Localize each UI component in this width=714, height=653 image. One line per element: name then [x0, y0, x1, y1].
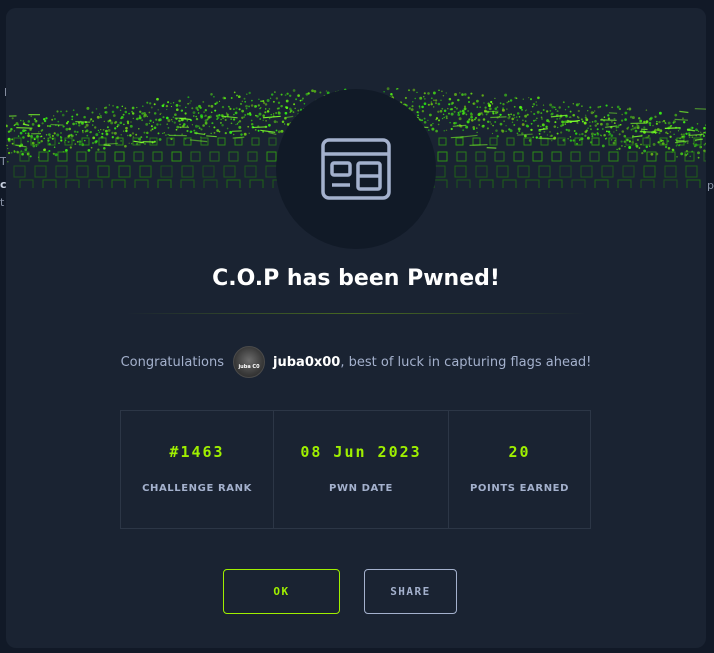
username[interactable]: juba0x00: [273, 355, 340, 370]
stat-value: 08 Jun 2023: [300, 443, 422, 461]
stat-pwn-date: 08 Jun 2023 PWN DATE: [274, 411, 449, 528]
ok-button[interactable]: OK: [223, 569, 340, 614]
avatar-text: juba C0: [238, 364, 260, 370]
pwned-modal: C.O.P has been Pwned! Congratulations ju…: [6, 8, 706, 648]
stat-label: PWN DATE: [329, 483, 393, 494]
stat-points-earned: 20 POINTS EARNED: [449, 411, 590, 528]
background-text-fragment: p: [707, 179, 714, 192]
stat-value: 20: [508, 443, 531, 461]
congratulations-message: Congratulations juba C0 juba0x00 , best …: [6, 346, 706, 378]
congrats-suffix: , best of luck in capturing flags ahead!: [340, 354, 592, 370]
background-text-fragment: t: [0, 196, 5, 209]
modal-title: C.O.P has been Pwned!: [212, 266, 500, 291]
challenge-icon-badge: [276, 89, 436, 249]
stat-challenge-rank: #1463 CHALLENGE RANK: [121, 411, 274, 528]
stat-label: CHALLENGE RANK: [142, 483, 252, 494]
stats-panel: #1463 CHALLENGE RANK 08 Jun 2023 PWN DAT…: [120, 410, 591, 529]
stat-value: #1463: [169, 443, 225, 461]
web-window-icon: [321, 138, 391, 200]
stat-label: POINTS EARNED: [470, 483, 569, 494]
share-button[interactable]: SHARE: [364, 569, 457, 614]
title-divider: [126, 313, 586, 314]
congrats-prefix: Congratulations: [120, 354, 225, 370]
user-avatar[interactable]: juba C0: [233, 346, 266, 378]
